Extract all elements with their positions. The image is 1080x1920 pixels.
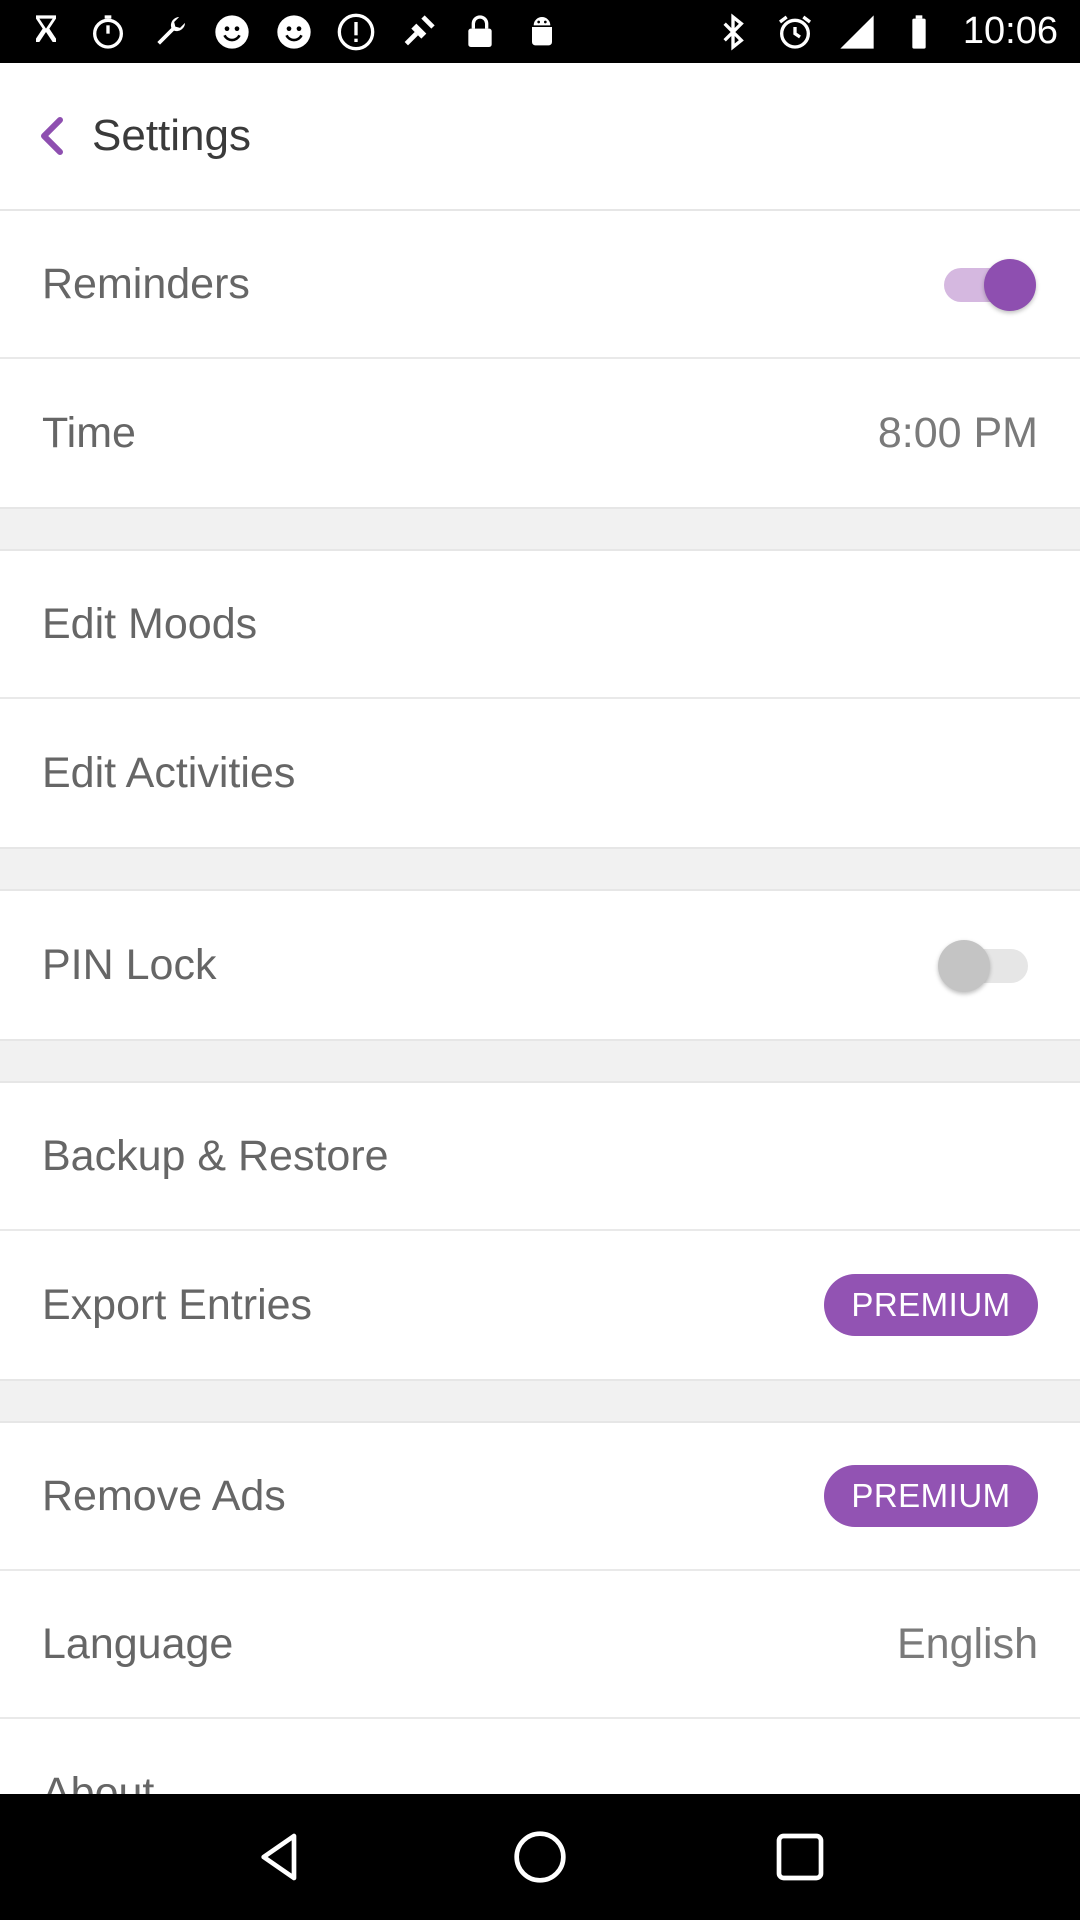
setting-label: PIN Lock (42, 940, 217, 989)
setting-backup-restore[interactable]: Backup & Restore (0, 1083, 1080, 1231)
status-bar: 10:06 (0, 0, 1080, 63)
pin-lock-toggle[interactable] (934, 935, 1038, 995)
bluetooth-icon (709, 8, 757, 56)
hourglass-icon (22, 8, 70, 56)
nav-home-button[interactable] (495, 1812, 585, 1902)
wrench-icon (146, 8, 194, 56)
alert-icon (332, 8, 380, 56)
status-notification-icons (22, 8, 566, 56)
setting-label: Edit Activities (42, 748, 296, 797)
back-button[interactable] (10, 86, 92, 186)
fake-gps-icon (394, 8, 442, 56)
lock-icon (456, 8, 504, 56)
section-divider (0, 1379, 1080, 1423)
reminders-toggle[interactable] (934, 254, 1038, 314)
setting-label: Reminders (42, 259, 250, 308)
chevron-left-icon (41, 117, 63, 155)
setting-label: Edit Moods (42, 599, 258, 648)
setting-reminders[interactable]: Reminders (0, 211, 1080, 359)
toggle-thumb (938, 940, 990, 992)
setting-export-entries[interactable]: Export Entries PREMIUM (0, 1231, 1080, 1379)
section-divider (0, 507, 1080, 551)
setting-time[interactable]: Time 8:00 PM (0, 359, 1080, 507)
smiley-icon (270, 8, 318, 56)
nav-recents-button[interactable] (755, 1812, 845, 1902)
premium-badge: PREMIUM (824, 1465, 1038, 1527)
nav-back-button[interactable] (235, 1812, 325, 1902)
status-time: 10:06 (962, 10, 1058, 52)
setting-pin-lock[interactable]: PIN Lock (0, 891, 1080, 1039)
back-triangle-icon (261, 1833, 297, 1881)
status-system-icons: 10:06 (709, 8, 1058, 56)
recents-square-icon (776, 1833, 824, 1881)
alarm-icon (771, 8, 819, 56)
stopwatch-icon (84, 8, 132, 56)
android-icon (518, 8, 566, 56)
premium-badge: PREMIUM (824, 1274, 1038, 1336)
system-nav-bar (0, 1794, 1080, 1920)
home-circle-icon (514, 1831, 566, 1883)
setting-label: Remove Ads (42, 1471, 286, 1520)
page-title: Settings (92, 111, 251, 160)
setting-language[interactable]: Language English (0, 1571, 1080, 1719)
smiley-icon (208, 8, 256, 56)
toggle-thumb (984, 259, 1036, 311)
battery-icon (895, 8, 943, 56)
setting-edit-activities[interactable]: Edit Activities (0, 699, 1080, 847)
section-divider (0, 1039, 1080, 1083)
setting-edit-moods[interactable]: Edit Moods (0, 551, 1080, 699)
language-value: English (896, 1619, 1038, 1668)
setting-label: Language (42, 1619, 234, 1668)
section-divider (0, 847, 1080, 891)
setting-remove-ads[interactable]: Remove Ads PREMIUM (0, 1423, 1080, 1571)
time-value: 8:00 PM (877, 408, 1038, 457)
app-bar: Settings (0, 63, 1080, 211)
signal-icon (833, 8, 881, 56)
setting-label: Time (42, 408, 136, 457)
setting-label: Backup & Restore (42, 1131, 389, 1180)
setting-label: Export Entries (42, 1280, 313, 1329)
settings-list: Reminders Time 8:00 PM Edit Moods Edit A… (0, 211, 1080, 1867)
